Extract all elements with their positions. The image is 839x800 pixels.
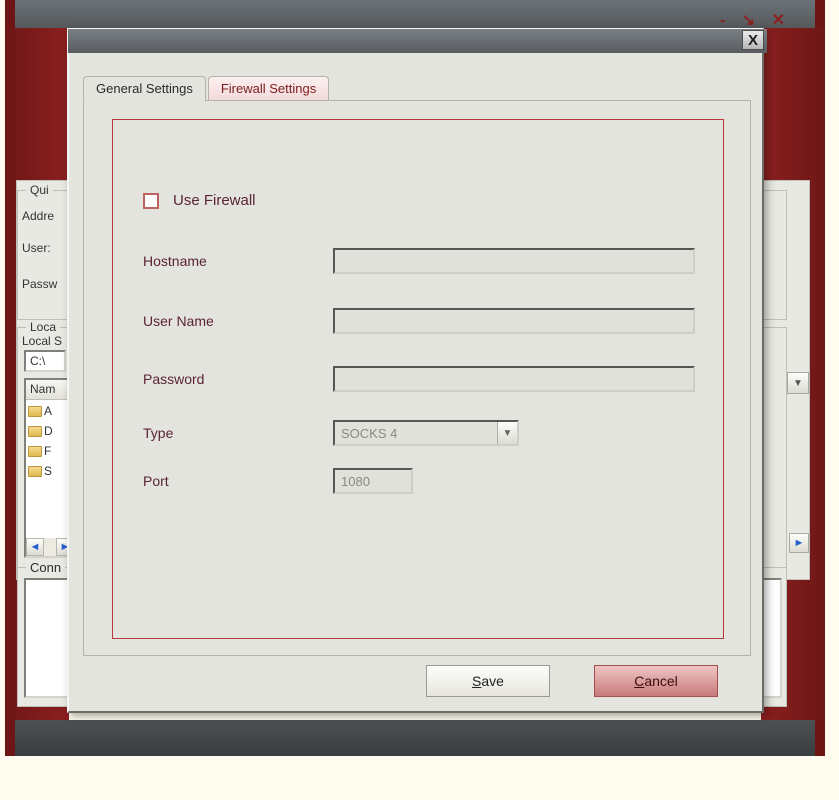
- folder-icon: [28, 426, 42, 437]
- parent-titlebar: - ↘ ✕: [5, 0, 825, 28]
- save-button[interactable]: Save: [426, 665, 550, 697]
- hostname-label: Hostname: [143, 253, 333, 269]
- port-input[interactable]: [333, 468, 413, 494]
- cancel-button[interactable]: Cancel: [594, 665, 718, 697]
- folder-icon: [28, 406, 42, 417]
- port-row: Port: [143, 468, 413, 494]
- type-selected-value: SOCKS 4: [341, 426, 397, 441]
- local-system-label: Local S: [22, 334, 62, 348]
- local-group-label: Loca: [26, 320, 60, 334]
- use-firewall-label: Use Firewall: [173, 192, 256, 209]
- path-input[interactable]: C:\: [24, 350, 66, 372]
- tab-label: Firewall Settings: [221, 81, 316, 96]
- tab-firewall-settings[interactable]: Firewall Settings: [208, 76, 329, 102]
- tab-general-settings[interactable]: General Settings: [83, 76, 206, 102]
- username-input[interactable]: [333, 308, 695, 334]
- folder-icon: [28, 466, 42, 477]
- folder-icon: [28, 446, 42, 457]
- hostname-row: Hostname: [143, 248, 695, 274]
- connection-status-label: Conn: [26, 560, 65, 575]
- dialog-titlebar[interactable]: X: [68, 29, 767, 53]
- username-label: User Name: [143, 313, 333, 329]
- password-label: Password: [143, 371, 333, 387]
- password-input[interactable]: [333, 366, 695, 392]
- type-select[interactable]: SOCKS 4 ▼: [333, 420, 519, 446]
- user-label: User:: [22, 241, 51, 255]
- list-item-label: S: [44, 464, 52, 478]
- form-frame: Use Firewall Hostname User Name Password…: [112, 119, 724, 639]
- settings-dialog: X General Settings Firewall Settings Use…: [67, 28, 764, 713]
- close-icon: X: [748, 32, 758, 49]
- list-item[interactable]: D: [28, 422, 53, 440]
- username-row: User Name: [143, 308, 695, 334]
- parent-window-controls[interactable]: - ↘ ✕: [720, 10, 791, 30]
- list-item[interactable]: F: [28, 442, 51, 460]
- button-label: Cancel: [634, 673, 678, 689]
- tab-page-firewall: Use Firewall Hostname User Name Password…: [83, 100, 751, 656]
- remote-scroll-right-icon[interactable]: ►: [789, 533, 809, 553]
- port-label: Port: [143, 473, 333, 489]
- chevron-down-icon[interactable]: ▼: [497, 422, 517, 444]
- dialog-button-row: Save Cancel: [69, 665, 762, 697]
- use-firewall-row: Use Firewall: [143, 192, 256, 209]
- type-label: Type: [143, 425, 333, 441]
- remote-path-dropdown-icon[interactable]: ▼: [787, 372, 809, 394]
- tab-bar: General Settings Firewall Settings: [83, 76, 329, 102]
- type-row: Type SOCKS 4 ▼: [143, 420, 519, 446]
- list-item-label: D: [44, 424, 53, 438]
- close-button[interactable]: X: [742, 30, 764, 50]
- tab-label: General Settings: [96, 81, 193, 96]
- quick-connect-label: Qui: [26, 183, 53, 197]
- list-item[interactable]: S: [28, 462, 52, 480]
- use-firewall-checkbox[interactable]: [143, 193, 159, 209]
- list-item-label: F: [44, 444, 51, 458]
- password-row: Password: [143, 366, 695, 392]
- parent-statusbar: [5, 720, 825, 756]
- address-label: Addre: [22, 209, 54, 223]
- hostname-input[interactable]: [333, 248, 695, 274]
- password-label: Passw: [22, 277, 57, 291]
- scroll-left-icon[interactable]: ◄: [26, 538, 44, 556]
- button-label: Save: [472, 673, 504, 689]
- list-item[interactable]: A: [28, 402, 52, 420]
- list-item-label: A: [44, 404, 52, 418]
